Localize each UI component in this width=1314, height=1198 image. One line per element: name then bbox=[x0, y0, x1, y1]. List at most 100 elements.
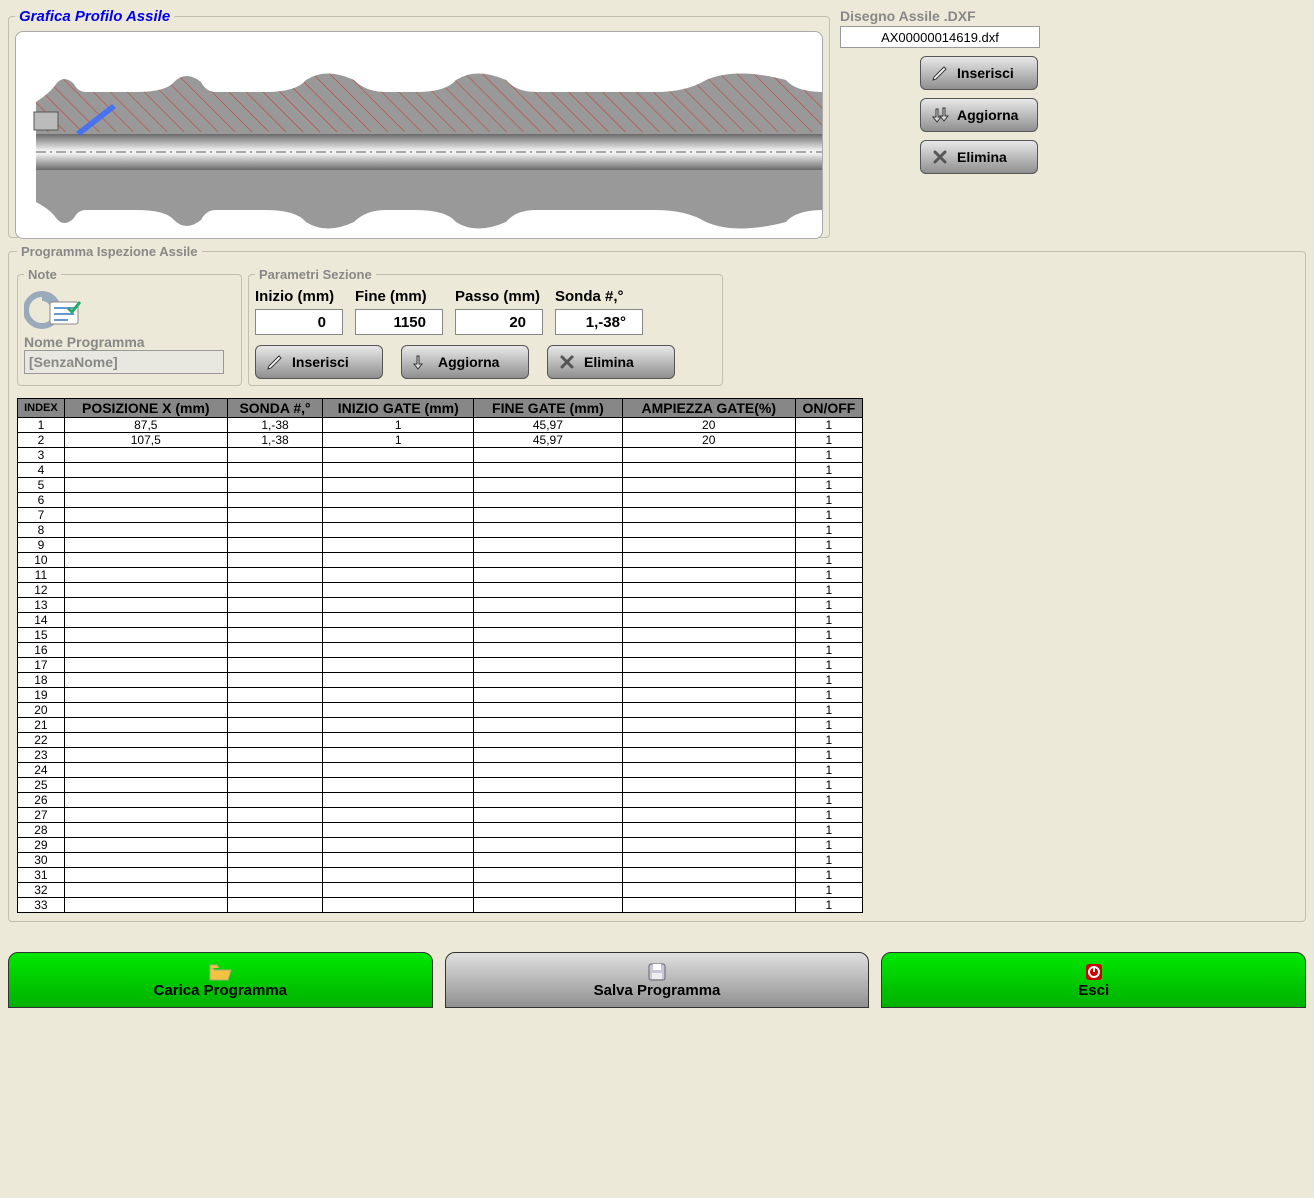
table-cell[interactable] bbox=[64, 583, 227, 598]
table-cell[interactable] bbox=[64, 568, 227, 583]
table-cell[interactable]: 1 bbox=[795, 658, 862, 673]
table-cell[interactable]: 1 bbox=[795, 643, 862, 658]
table-cell[interactable] bbox=[622, 808, 795, 823]
table-row[interactable]: 281 bbox=[18, 823, 863, 838]
table-cell[interactable] bbox=[474, 763, 623, 778]
table-cell[interactable] bbox=[323, 523, 474, 538]
table-cell[interactable]: 1 bbox=[795, 838, 862, 853]
table-cell[interactable]: 45,97 bbox=[474, 418, 623, 433]
table-row[interactable]: 271 bbox=[18, 808, 863, 823]
table-cell[interactable] bbox=[474, 718, 623, 733]
table-cell[interactable]: 1 bbox=[795, 583, 862, 598]
table-cell[interactable]: 29 bbox=[18, 838, 65, 853]
table-cell[interactable] bbox=[227, 613, 323, 628]
table-row[interactable]: 321 bbox=[18, 883, 863, 898]
esci-button[interactable]: Esci bbox=[881, 952, 1306, 1008]
table-cell[interactable]: 30 bbox=[18, 853, 65, 868]
table-cell[interactable]: 1 bbox=[795, 538, 862, 553]
table-row[interactable]: 131 bbox=[18, 598, 863, 613]
table-cell[interactable] bbox=[64, 538, 227, 553]
table-cell[interactable] bbox=[227, 703, 323, 718]
table-row[interactable]: 33 1 bbox=[18, 898, 863, 913]
table-cell[interactable] bbox=[323, 718, 474, 733]
table-cell[interactable]: 1 bbox=[795, 793, 862, 808]
table-cell[interactable] bbox=[474, 613, 623, 628]
passo-input[interactable] bbox=[455, 309, 543, 335]
table-cell[interactable] bbox=[323, 688, 474, 703]
table-row[interactable]: 29 1 bbox=[18, 838, 863, 853]
table-cell[interactable] bbox=[474, 553, 623, 568]
table-cell[interactable] bbox=[64, 748, 227, 763]
table-cell[interactable] bbox=[323, 778, 474, 793]
table-cell[interactable]: 1 bbox=[795, 598, 862, 613]
table-cell[interactable] bbox=[227, 853, 323, 868]
table-cell[interactable] bbox=[323, 763, 474, 778]
table-cell[interactable] bbox=[474, 808, 623, 823]
table-cell[interactable] bbox=[474, 478, 623, 493]
table-cell[interactable] bbox=[227, 568, 323, 583]
table-cell[interactable]: 1 bbox=[795, 763, 862, 778]
table-cell[interactable]: 1 bbox=[795, 898, 862, 913]
table-cell[interactable]: 22 bbox=[18, 733, 65, 748]
table-cell[interactable] bbox=[64, 598, 227, 613]
table-cell[interactable] bbox=[622, 628, 795, 643]
table-cell[interactable]: 1 bbox=[795, 463, 862, 478]
table-row[interactable]: 26 1 bbox=[18, 793, 863, 808]
table-cell[interactable] bbox=[323, 568, 474, 583]
table-cell[interactable] bbox=[474, 733, 623, 748]
col-header[interactable]: ON/OFF bbox=[795, 399, 862, 418]
table-cell[interactable]: 1 bbox=[323, 433, 474, 448]
table-cell[interactable] bbox=[474, 703, 623, 718]
inizio-input[interactable] bbox=[255, 309, 343, 335]
table-cell[interactable] bbox=[227, 538, 323, 553]
table-cell[interactable]: 26 bbox=[18, 793, 65, 808]
table-cell[interactable]: 1 bbox=[795, 553, 862, 568]
table-row[interactable]: 221 bbox=[18, 733, 863, 748]
col-header[interactable]: SONDA #,° bbox=[227, 399, 323, 418]
table-cell[interactable] bbox=[227, 823, 323, 838]
table-cell[interactable]: 8 bbox=[18, 523, 65, 538]
table-cell[interactable]: 107,5 bbox=[64, 433, 227, 448]
inspection-table[interactable]: INDEXPOSIZIONE X (mm)SONDA #,°INIZIO GAT… bbox=[17, 398, 863, 913]
table-cell[interactable] bbox=[474, 463, 623, 478]
table-cell[interactable] bbox=[323, 838, 474, 853]
table-cell[interactable] bbox=[227, 868, 323, 883]
table-cell[interactable]: 4 bbox=[18, 463, 65, 478]
table-row[interactable]: 151 bbox=[18, 628, 863, 643]
table-cell[interactable] bbox=[323, 553, 474, 568]
table-cell[interactable] bbox=[64, 838, 227, 853]
table-cell[interactable] bbox=[622, 793, 795, 808]
table-cell[interactable]: 20 bbox=[622, 433, 795, 448]
table-cell[interactable] bbox=[64, 688, 227, 703]
table-row[interactable]: 187,51,-38145,97201 bbox=[18, 418, 863, 433]
table-cell[interactable] bbox=[227, 733, 323, 748]
table-cell[interactable] bbox=[323, 463, 474, 478]
table-cell[interactable]: 7 bbox=[18, 508, 65, 523]
table-cell[interactable]: 15 bbox=[18, 628, 65, 643]
table-cell[interactable] bbox=[474, 508, 623, 523]
table-cell[interactable] bbox=[64, 463, 227, 478]
table-row[interactable]: 16 1 bbox=[18, 643, 863, 658]
table-cell[interactable] bbox=[227, 808, 323, 823]
table-cell[interactable]: 1 bbox=[795, 718, 862, 733]
table-cell[interactable]: 5 bbox=[18, 478, 65, 493]
sonda-input[interactable] bbox=[555, 309, 643, 335]
table-cell[interactable] bbox=[622, 868, 795, 883]
table-cell[interactable] bbox=[64, 478, 227, 493]
table-cell[interactable]: 1,-38 bbox=[227, 433, 323, 448]
table-cell[interactable]: 16 bbox=[18, 643, 65, 658]
table-cell[interactable] bbox=[474, 673, 623, 688]
table-cell[interactable]: 1 bbox=[795, 433, 862, 448]
table-cell[interactable]: 33 bbox=[18, 898, 65, 913]
table-cell[interactable] bbox=[323, 658, 474, 673]
table-cell[interactable]: 1 bbox=[795, 448, 862, 463]
table-cell[interactable] bbox=[323, 613, 474, 628]
table-cell[interactable]: 1 bbox=[795, 883, 862, 898]
table-cell[interactable] bbox=[64, 553, 227, 568]
col-header[interactable]: INIZIO GATE (mm) bbox=[323, 399, 474, 418]
table-cell[interactable] bbox=[622, 568, 795, 583]
table-cell[interactable]: 20 bbox=[18, 703, 65, 718]
table-cell[interactable] bbox=[622, 463, 795, 478]
table-row[interactable]: 31 bbox=[18, 448, 863, 463]
table-cell[interactable] bbox=[323, 628, 474, 643]
